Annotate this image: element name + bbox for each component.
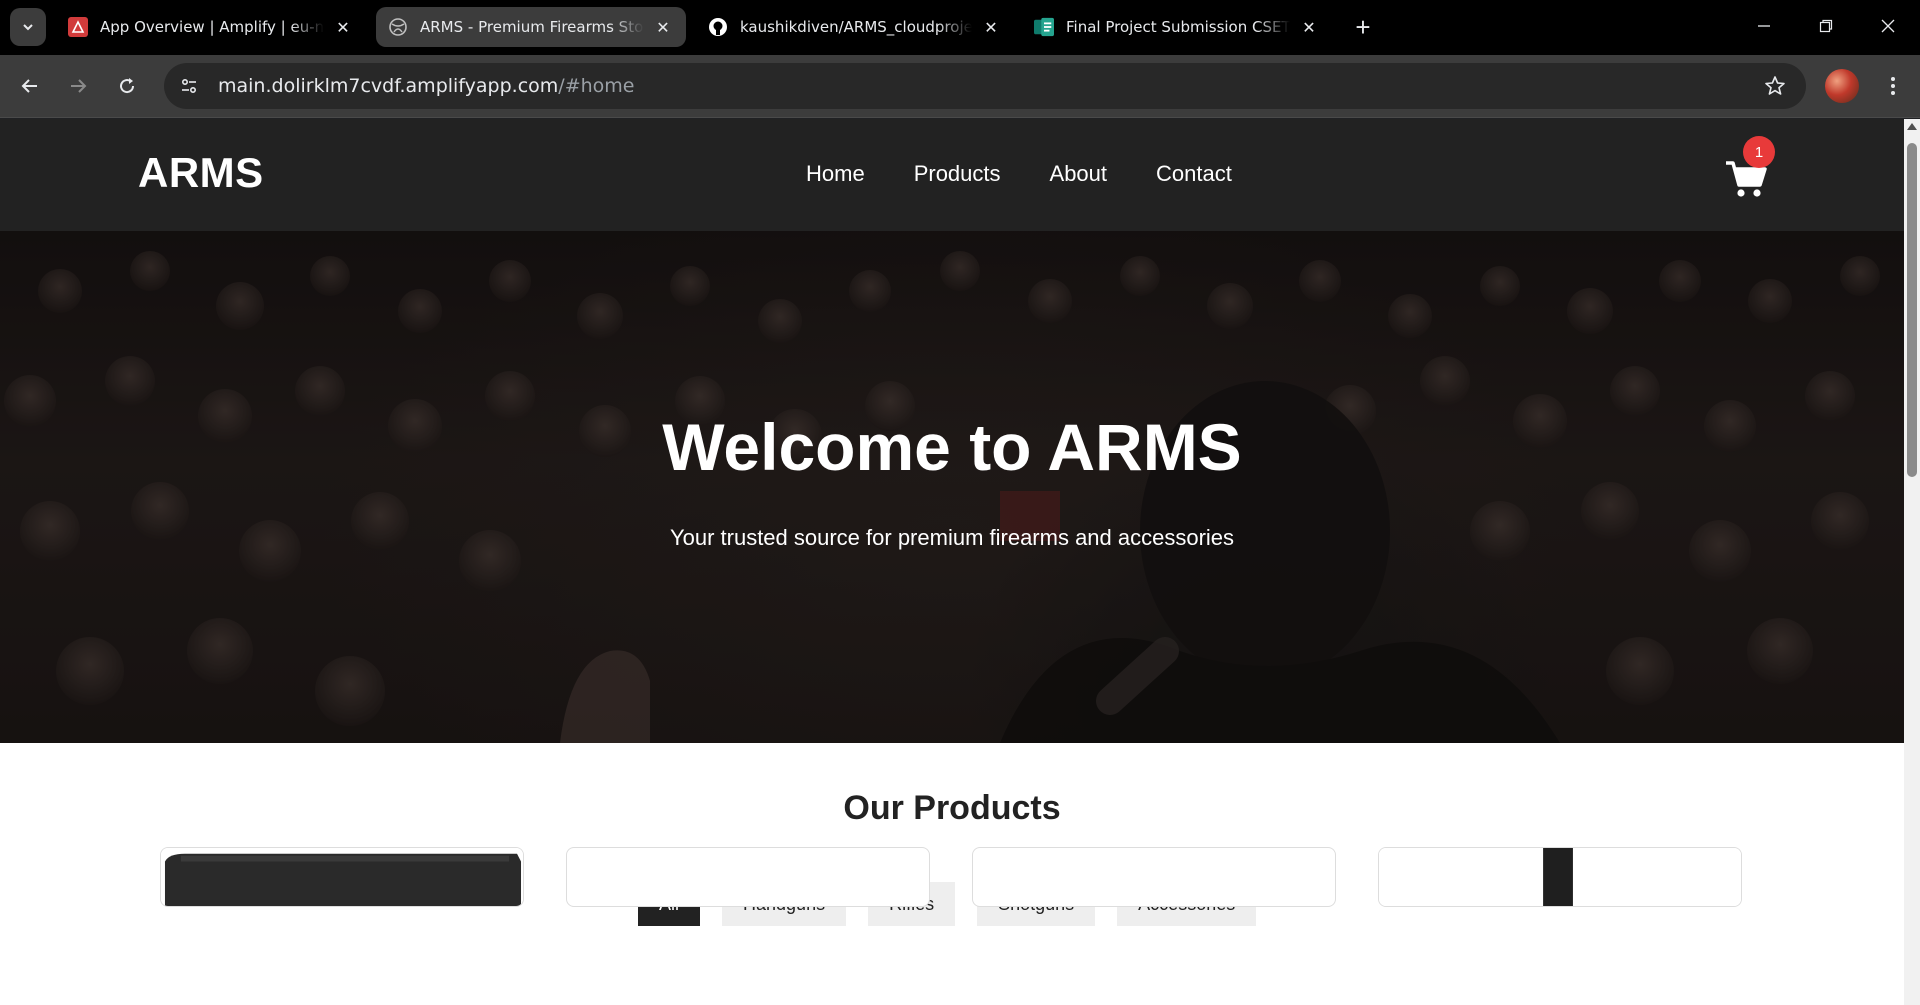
- nav-link-products[interactable]: Products: [914, 161, 1001, 187]
- accessory-image: [1379, 848, 1741, 906]
- tab-title: Final Project Submission CSET-4: [1066, 18, 1290, 36]
- arrow-left-icon: [21, 79, 37, 93]
- hero-banner: Welcome to ARMS Your trusted source for …: [0, 231, 1904, 743]
- aws-amplify-icon: [68, 17, 88, 37]
- close-icon[interactable]: ✕: [1298, 16, 1320, 38]
- nav-link-about[interactable]: About: [1050, 161, 1108, 187]
- cart-count-badge: 1: [1743, 136, 1775, 168]
- handgun-image: [161, 848, 523, 906]
- tab-github[interactable]: kaushikdiven/ARMS_cloudproje ✕: [696, 7, 1014, 47]
- scroll-thumb[interactable]: [1907, 143, 1917, 477]
- back-button[interactable]: [13, 69, 47, 103]
- scroll-up-arrow-icon[interactable]: [1907, 123, 1917, 130]
- url-host: main.dolirklm7cvdf.amplifyapp.com: [218, 75, 559, 97]
- github-icon: [708, 17, 728, 37]
- browser-toolbar: main.dolirklm7cvdf.amplifyapp.com/#home: [0, 55, 1920, 118]
- tab-amplify[interactable]: App Overview | Amplify | eu-no ✕: [56, 7, 366, 47]
- product-card[interactable]: [160, 847, 524, 907]
- hero-title: Welcome to ARMS: [662, 410, 1242, 484]
- nav-link-contact[interactable]: Contact: [1156, 161, 1232, 187]
- reload-button[interactable]: [110, 69, 144, 103]
- tab-title: App Overview | Amplify | eu-no: [100, 18, 324, 36]
- address-bar[interactable]: main.dolirklm7cvdf.amplifyapp.com/#home: [164, 63, 1806, 109]
- site-header: ARMS Home Products About Contact 1: [0, 119, 1904, 231]
- close-icon: [1881, 19, 1895, 33]
- tab-title: kaushikdiven/ARMS_cloudproje: [740, 18, 972, 36]
- page-scrollbar[interactable]: [1904, 119, 1920, 1005]
- tab-forms[interactable]: Final Project Submission CSET-4 ✕: [1022, 7, 1332, 47]
- new-tab-button[interactable]: +: [1348, 12, 1378, 42]
- close-icon[interactable]: ✕: [332, 16, 354, 38]
- close-window-button[interactable]: [1868, 10, 1908, 42]
- url-path: /#home: [558, 75, 635, 97]
- tab-search-button[interactable]: [10, 8, 46, 46]
- hero-overlay: [0, 231, 1904, 743]
- minimize-icon: [1758, 25, 1770, 27]
- hero-subtitle: Your trusted source for premium firearms…: [669, 525, 1235, 550]
- browser-menu-button[interactable]: [1876, 69, 1910, 103]
- product-card[interactable]: [1378, 847, 1742, 907]
- product-card[interactable]: [566, 847, 930, 907]
- tab-title: ARMS - Premium Firearms Store: [420, 18, 644, 36]
- tab-strip: App Overview | Amplify | eu-no ✕ ARMS - …: [0, 0, 1920, 55]
- bookmark-star-icon[interactable]: [1760, 71, 1790, 101]
- forms-icon: [1034, 17, 1054, 37]
- main-nav: Home Products About Contact: [806, 161, 1281, 187]
- forward-button[interactable]: [61, 69, 95, 103]
- close-icon[interactable]: ✕: [652, 16, 674, 38]
- profile-avatar[interactable]: [1825, 69, 1859, 103]
- more-vert-icon: [1891, 77, 1895, 95]
- chevron-down-icon: [23, 24, 33, 31]
- reload-icon: [120, 78, 135, 94]
- product-card[interactable]: [972, 847, 1336, 907]
- close-icon[interactable]: ✕: [980, 16, 1002, 38]
- globe-icon: [388, 17, 408, 37]
- tab-arms[interactable]: ARMS - Premium Firearms Store ✕: [376, 7, 686, 47]
- minimize-button[interactable]: [1744, 10, 1784, 42]
- section-title: Our Products: [843, 789, 1061, 827]
- site-info-icon[interactable]: [172, 69, 206, 103]
- nav-link-home[interactable]: Home: [806, 161, 865, 187]
- arrow-right-icon: [71, 79, 87, 93]
- restore-button[interactable]: [1806, 10, 1846, 42]
- restore-icon: [1819, 19, 1833, 33]
- site-logo[interactable]: ARMS: [138, 149, 264, 197]
- url-text[interactable]: main.dolirklm7cvdf.amplifyapp.com/#home: [218, 75, 634, 97]
